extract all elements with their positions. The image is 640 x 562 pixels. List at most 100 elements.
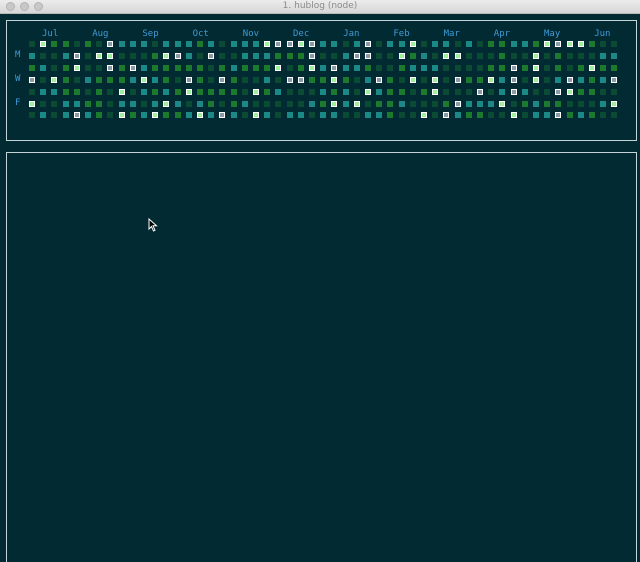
contribution-cell	[129, 76, 136, 83]
contribution-cell	[51, 41, 58, 47]
contribution-cell	[600, 64, 607, 71]
contribution-cell	[477, 64, 483, 71]
contribution-cell	[555, 112, 562, 119]
contribution-cell	[286, 88, 293, 95]
contribution-cell	[365, 112, 371, 119]
contribution-cell	[510, 41, 517, 47]
contribution-cell	[208, 100, 215, 107]
contribution-cell	[387, 41, 394, 47]
contribution-cell	[409, 52, 416, 59]
contribution-cell	[544, 112, 551, 119]
contribution-cell	[253, 76, 259, 83]
contribution-cell	[208, 41, 215, 47]
contribution-cell	[443, 100, 450, 107]
contribution-cell	[577, 76, 584, 83]
contribution-cell	[477, 100, 483, 107]
contribution-cell	[275, 41, 282, 47]
contribution-cell	[174, 64, 181, 71]
contribution-cell	[477, 52, 483, 59]
contribution-cell	[320, 41, 327, 47]
contribution-cell	[454, 76, 461, 83]
contribution-cell	[454, 41, 461, 47]
contribution-cell	[589, 100, 595, 107]
month-label-mar: Mar	[443, 29, 460, 39]
month-label-oct: Oct	[192, 29, 209, 39]
contribution-cell	[488, 88, 495, 95]
contribution-cell	[566, 52, 573, 59]
contribution-cell	[297, 64, 304, 71]
contribution-cell	[152, 88, 159, 95]
contribution-cell	[230, 76, 237, 83]
contribution-cell	[219, 52, 226, 59]
contribution-cell	[465, 76, 472, 83]
contribution-cell	[533, 112, 539, 119]
contribution-cell	[611, 76, 618, 83]
contribution-cell	[230, 88, 237, 95]
contribution-cell	[521, 100, 528, 107]
contribution-cell	[107, 76, 114, 83]
contribution-cell	[118, 112, 125, 119]
contribution-cell	[611, 64, 618, 71]
contribution-cell	[555, 41, 562, 47]
contribution-cell	[118, 41, 125, 47]
contribution-cell	[185, 41, 192, 47]
contribution-cell	[129, 100, 136, 107]
contribution-cell	[331, 112, 338, 119]
contribution-cell	[499, 112, 506, 119]
contribution-cell	[555, 52, 562, 59]
contribution-cell	[342, 64, 349, 71]
month-label-aug: Aug	[92, 29, 109, 39]
contribution-cell	[465, 100, 472, 107]
contribution-cell	[275, 112, 282, 119]
contribution-cell	[208, 76, 215, 83]
contribution-cell	[286, 100, 293, 107]
contribution-cell	[286, 64, 293, 71]
contribution-cell	[342, 41, 349, 47]
contribution-cell	[465, 41, 472, 47]
contribution-cell	[29, 41, 35, 47]
mouse-cursor-icon	[148, 218, 158, 232]
contribution-cell	[309, 64, 315, 71]
contribution-cell	[331, 52, 338, 59]
contribution-cell	[152, 52, 159, 59]
contribution-cell	[96, 88, 103, 95]
contribution-cell	[398, 112, 405, 119]
weekday-label-f: F	[15, 97, 21, 108]
contribution-cell	[253, 41, 259, 47]
contribution-cell	[353, 100, 360, 107]
contribution-cell	[152, 100, 159, 107]
contribution-cell	[29, 100, 35, 107]
contribution-cell	[342, 112, 349, 119]
contribution-cell	[432, 112, 439, 119]
contribution-cell	[96, 41, 103, 47]
contribution-cell	[342, 100, 349, 107]
month-label-jun: Jun	[594, 29, 611, 39]
contribution-cell	[566, 88, 573, 95]
contribution-cell	[376, 41, 383, 47]
contribution-cell	[185, 88, 192, 95]
contribution-cell	[29, 76, 35, 83]
contribution-cell	[365, 64, 371, 71]
contribution-cell	[331, 88, 338, 95]
contribution-cell	[365, 76, 371, 83]
month-label-dec: Dec	[293, 29, 310, 39]
contribution-cell	[611, 112, 618, 119]
contribution-cell	[141, 76, 147, 83]
contribution-cell	[454, 100, 461, 107]
contribution-cell	[141, 88, 147, 95]
contribution-cell	[421, 64, 427, 71]
contribution-cell	[409, 41, 416, 47]
contribution-cell	[129, 64, 136, 71]
contribution-cell	[62, 64, 69, 71]
contribution-cell	[253, 88, 259, 95]
contribution-heatmap-panel: Jul Aug Sep Oct Nov Dec Jan Feb Mar Apr May Jun M W F	[6, 20, 637, 141]
contribution-cell	[85, 64, 91, 71]
contribution-cell	[488, 100, 495, 107]
contribution-cell	[510, 100, 517, 107]
contribution-cell	[96, 52, 103, 59]
contribution-cell	[331, 64, 338, 71]
contribution-cell	[163, 52, 170, 59]
contribution-cell	[577, 100, 584, 107]
contribution-cell	[286, 76, 293, 83]
contribution-cell	[219, 41, 226, 47]
